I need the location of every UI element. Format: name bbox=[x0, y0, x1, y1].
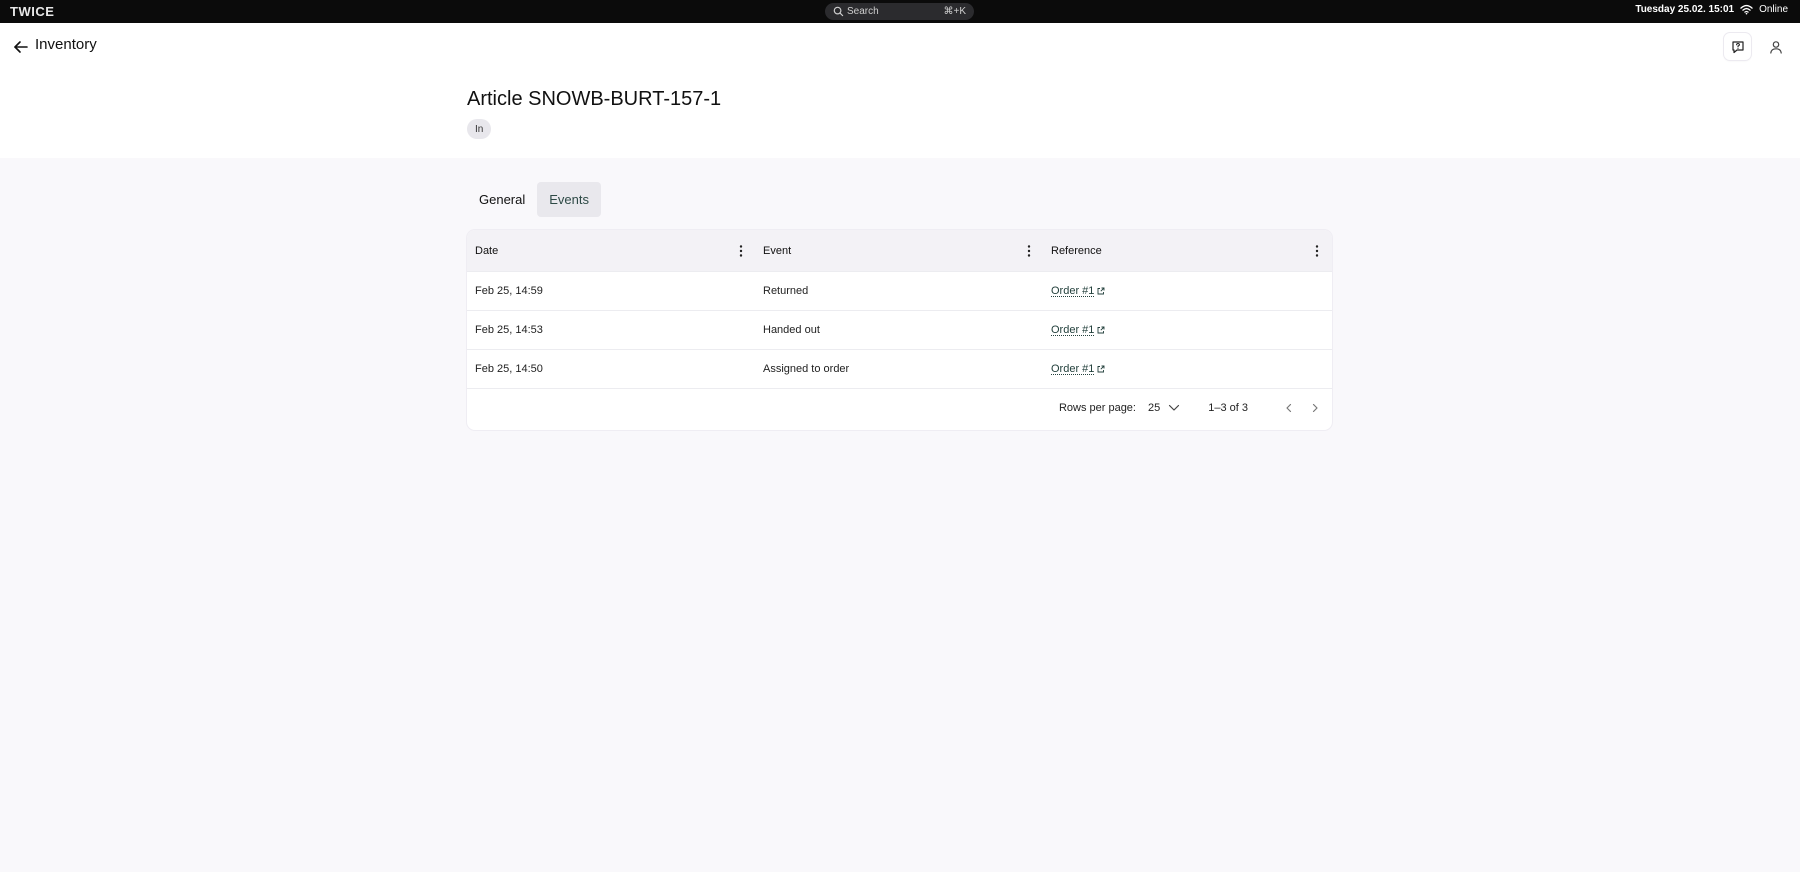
table-row: Feb 25, 14:50 Assigned to order Order #1 bbox=[467, 350, 1332, 389]
cell-reference: Order #1 bbox=[1043, 350, 1331, 388]
arrow-left-icon[interactable] bbox=[12, 38, 30, 56]
external-link-icon bbox=[1097, 326, 1105, 334]
external-link-icon bbox=[1097, 365, 1105, 373]
cell-reference: Order #1 bbox=[1043, 272, 1331, 310]
next-page-button[interactable] bbox=[1308, 401, 1322, 415]
tab-general[interactable]: General bbox=[467, 182, 537, 217]
table-header: Date Event Reference bbox=[467, 230, 1332, 272]
events-table: Date Event Reference Feb 25, 14:59 Retur… bbox=[467, 230, 1332, 430]
order-link[interactable]: Order #1 bbox=[1051, 285, 1105, 297]
search-shortcut: ⌘+K bbox=[943, 6, 966, 17]
table-row: Feb 25, 14:53 Handed out Order #1 bbox=[467, 311, 1332, 350]
external-link-icon bbox=[1097, 287, 1105, 295]
kebab-menu-icon[interactable] bbox=[738, 244, 744, 258]
app-logo: TWICE bbox=[10, 4, 55, 19]
user-button[interactable] bbox=[1762, 33, 1789, 60]
table-row: Feb 25, 14:59 Returned Order #1 bbox=[467, 272, 1332, 311]
order-link-label: Order #1 bbox=[1051, 285, 1095, 297]
table-pagination: Rows per page: 25 1–3 of 3 bbox=[467, 389, 1332, 427]
cell-date: Feb 25, 14:50 bbox=[475, 363, 543, 375]
order-link[interactable]: Order #1 bbox=[1051, 324, 1105, 336]
column-header-reference[interactable]: Reference bbox=[1043, 230, 1331, 271]
cell-event: Assigned to order bbox=[763, 363, 850, 375]
order-link[interactable]: Order #1 bbox=[1051, 363, 1105, 375]
rows-per-page-label: Rows per page: bbox=[1058, 402, 1136, 414]
app-header: Inventory bbox=[0, 23, 1800, 70]
user-icon bbox=[1769, 40, 1782, 54]
page-title: Inventory bbox=[35, 36, 97, 53]
cell-event: Handed out bbox=[763, 324, 820, 336]
order-link-label: Order #1 bbox=[1051, 363, 1095, 375]
column-label: Event bbox=[763, 244, 792, 257]
chevron-left-icon bbox=[1286, 403, 1292, 413]
cell-date: Feb 25, 14:59 bbox=[475, 285, 543, 297]
kebab-menu-icon[interactable] bbox=[1026, 244, 1032, 258]
search-icon bbox=[833, 6, 844, 17]
rows-per-page-value: 25 bbox=[1147, 402, 1161, 414]
tab-events[interactable]: Events bbox=[537, 182, 601, 217]
article-title: Article SNOWB-BURT-157-1 bbox=[467, 88, 722, 110]
chevron-right-icon bbox=[1312, 403, 1318, 413]
column-label: Reference bbox=[1051, 244, 1102, 257]
global-search[interactable]: Search ⌘+K bbox=[825, 3, 974, 20]
rows-per-page-select[interactable]: 25 bbox=[1148, 402, 1180, 414]
connection-status: Online bbox=[1759, 4, 1788, 15]
kebab-menu-icon[interactable] bbox=[1314, 244, 1320, 258]
column-header-event[interactable]: Event bbox=[755, 230, 1043, 271]
cell-date: Feb 25, 14:53 bbox=[475, 324, 543, 336]
help-chat-icon bbox=[1731, 40, 1744, 53]
system-bar: TWICE Search ⌘+K Tuesday 25.02. 15:01 On… bbox=[0, 0, 1800, 23]
order-link-label: Order #1 bbox=[1051, 324, 1095, 336]
help-button[interactable] bbox=[1724, 33, 1751, 60]
column-header-date[interactable]: Date bbox=[467, 230, 755, 271]
search-placeholder: Search bbox=[847, 6, 879, 17]
tab-bar: General Events bbox=[467, 182, 601, 217]
page-info: 1–3 of 3 bbox=[1208, 402, 1248, 414]
cell-reference: Order #1 bbox=[1043, 311, 1331, 349]
column-label: Date bbox=[475, 244, 499, 257]
previous-page-button[interactable] bbox=[1282, 401, 1296, 415]
cell-event: Returned bbox=[763, 285, 809, 297]
status-badge: In bbox=[467, 119, 492, 139]
chevron-down-icon bbox=[1169, 404, 1180, 411]
wifi-icon bbox=[1740, 4, 1753, 15]
datetime: Tuesday 25.02. 15:01 bbox=[1635, 4, 1735, 15]
article-header: Article SNOWB-BURT-157-1 In bbox=[0, 70, 1800, 158]
system-status: Tuesday 25.02. 15:01 Online bbox=[1635, 4, 1788, 15]
